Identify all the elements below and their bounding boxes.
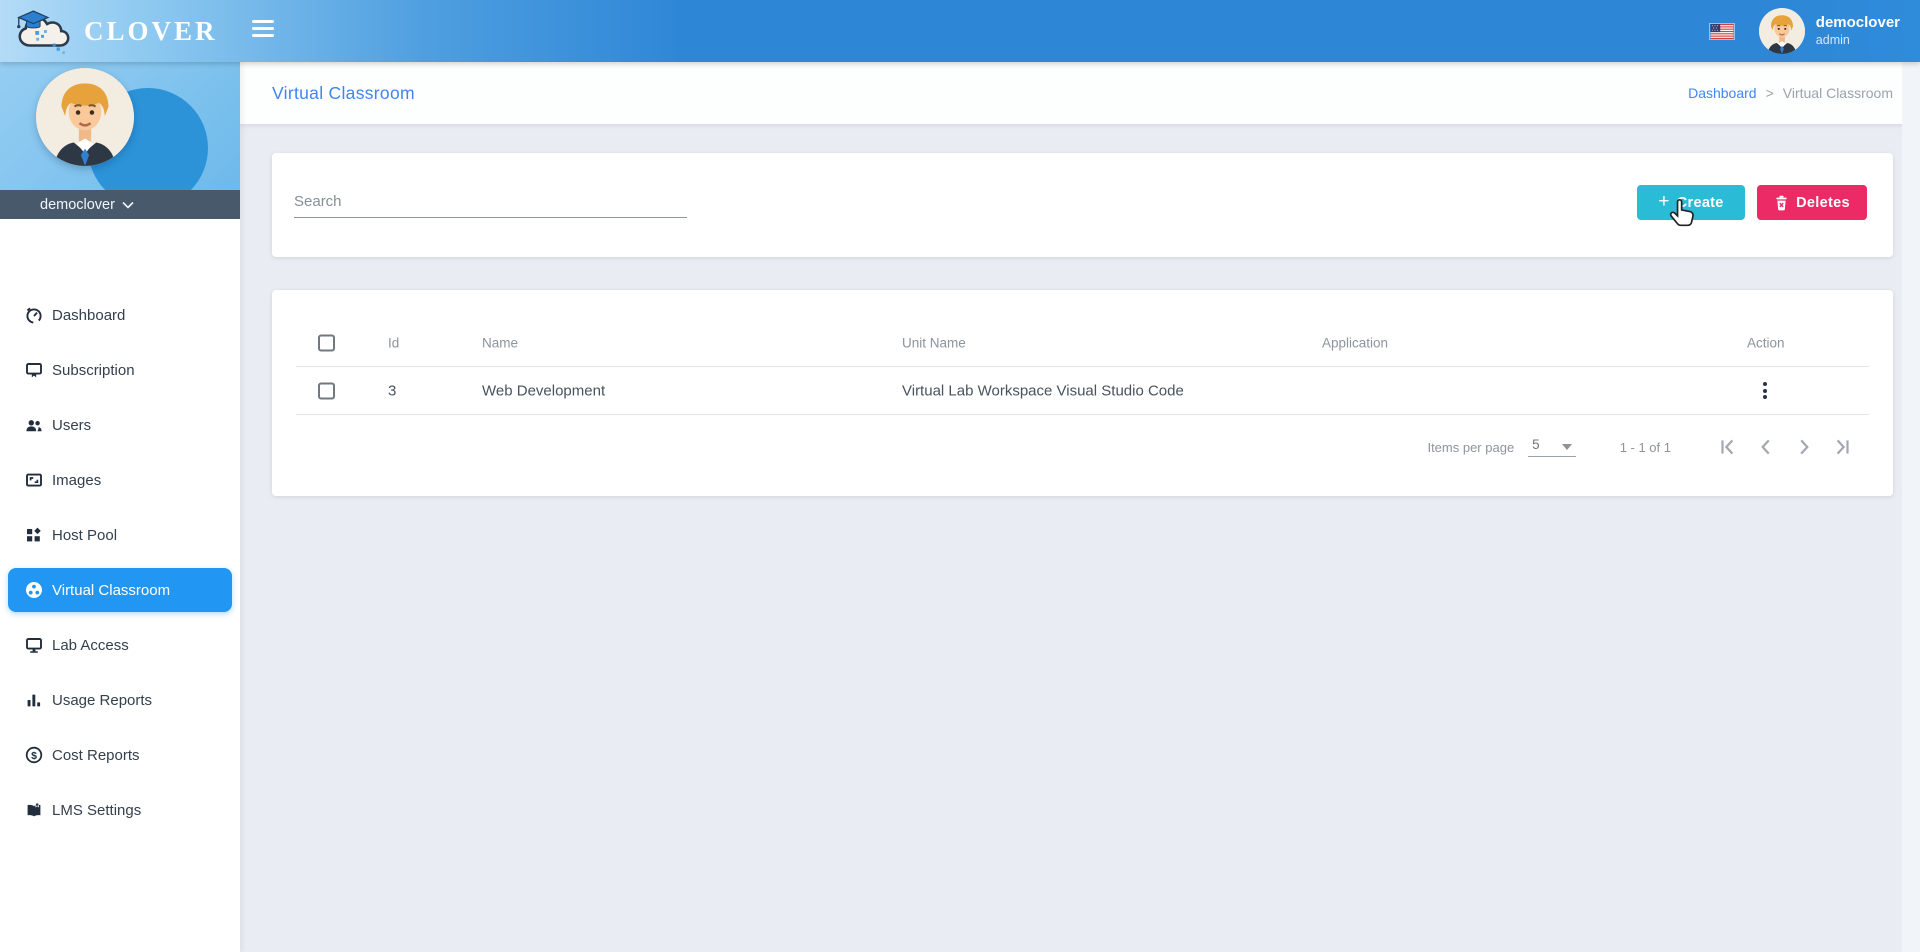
deletes-button[interactable]: Deletes <box>1757 185 1867 220</box>
column-header-application: Application <box>1322 335 1389 351</box>
sidebar-item-label: Virtual Classroom <box>52 581 171 599</box>
topbar-userrole: admin <box>1815 32 1850 47</box>
brand-logo[interactable]: CLOVER <box>12 4 218 58</box>
scrollbar-track[interactable] <box>1902 62 1920 952</box>
virtual-classroom-icon <box>25 581 43 599</box>
cell-unit-name: Virtual Lab Workspace Visual Studio Code <box>902 382 1184 399</box>
topbar-user-info[interactable]: democlover admin <box>1816 14 1900 48</box>
sidebar-item-label: Dashboard <box>52 306 126 324</box>
create-button-label: Create <box>1676 194 1724 211</box>
breadcrumb-dashboard-link[interactable]: Dashboard <box>1688 85 1757 101</box>
lab-access-icon <box>25 636 43 654</box>
sidebar-avatar[interactable] <box>36 68 134 166</box>
divider <box>296 414 1869 415</box>
main-content: Virtual Classroom Dashboard > Virtual Cl… <box>240 62 1920 952</box>
subscription-icon <box>25 361 43 379</box>
toolbar-card: + Create Deletes <box>272 153 1893 257</box>
sidebar-item-label: Usage Reports <box>52 691 153 709</box>
menu-toggle-icon[interactable] <box>252 20 274 41</box>
column-header-name: Name <box>482 335 519 351</box>
last-page-button[interactable] <box>1831 436 1853 458</box>
breadcrumb: Dashboard > Virtual Classroom <box>1688 85 1893 101</box>
sidebar-profile-header <box>0 62 240 190</box>
row-checkbox[interactable] <box>318 382 335 399</box>
sidebar-item-label: Users <box>52 416 92 434</box>
svg-text:$: $ <box>31 750 37 762</box>
pagination-nav <box>1717 436 1853 458</box>
page-header: Virtual Classroom Dashboard > Virtual Cl… <box>240 62 1920 124</box>
deletes-button-label: Deletes <box>1796 194 1850 211</box>
users-icon <box>25 416 43 434</box>
chevron-down-icon <box>122 201 134 209</box>
cell-id: 3 <box>388 382 397 399</box>
topbar-user-area: democlover admin <box>1708 0 1900 62</box>
cell-name: Web Development <box>482 382 606 399</box>
row-actions-kebab-icon[interactable] <box>1761 378 1769 404</box>
top-navbar: CLOVER democlover admin <box>0 0 1920 62</box>
user-avatar[interactable] <box>1758 8 1805 54</box>
lms-settings-icon <box>25 801 43 819</box>
breadcrumb-current: Virtual Classroom <box>1782 85 1893 101</box>
cost-reports-icon: $ <box>25 746 43 764</box>
select-all-checkbox[interactable] <box>318 334 335 352</box>
sidebar-item-host-pool[interactable]: Host Pool <box>0 513 240 557</box>
dashboard-icon <box>25 306 43 324</box>
sidebar-item-label: Lab Access <box>52 636 129 654</box>
language-flag-icon[interactable] <box>1708 22 1735 40</box>
next-page-button[interactable] <box>1793 436 1815 458</box>
page-size-select[interactable]: 5 <box>1528 437 1576 457</box>
sidebar-item-subscription[interactable]: Subscription <box>0 348 240 392</box>
sidebar-item-label: LMS Settings <box>52 801 142 819</box>
sidebar-item-lab-access[interactable]: Lab Access <box>0 623 240 667</box>
table-card: Id Name Unit Name Application Action 3 W… <box>272 290 1893 496</box>
sidebar-item-images[interactable]: Images <box>0 458 240 502</box>
table-header-row: Id Name Unit Name Application Action <box>272 320 1893 366</box>
breadcrumb-separator: > <box>1765 85 1774 101</box>
table-row: 3 Web Development Virtual Lab Workspace … <box>272 367 1893 414</box>
paginator: Items per page 5 1 - 1 of 1 <box>1427 422 1853 472</box>
column-header-action: Action <box>1747 335 1785 351</box>
sidebar: democlover Dashboard Subscription Users <box>0 62 240 952</box>
sidebar-item-cost-reports[interactable]: $ Cost Reports <box>0 733 240 777</box>
usage-reports-icon <box>25 691 43 709</box>
sidebar-item-lms-settings[interactable]: LMS Settings <box>0 788 240 832</box>
plus-icon: + <box>1658 190 1670 212</box>
previous-page-button[interactable] <box>1755 436 1777 458</box>
host-pool-icon <box>25 526 43 544</box>
trash-icon <box>1776 195 1787 210</box>
sidebar-item-label: Images <box>52 471 102 489</box>
sidebar-profile-dropdown[interactable]: democlover <box>0 190 240 219</box>
column-header-unit-name: Unit Name <box>902 335 966 351</box>
application-root: CLOVER democlover admin democlover Dashb… <box>0 0 1920 952</box>
column-header-id: Id <box>388 335 400 351</box>
search-input[interactable] <box>294 186 687 218</box>
images-icon <box>25 471 43 489</box>
create-button[interactable]: + Create <box>1637 185 1745 220</box>
sidebar-item-usage-reports[interactable]: Usage Reports <box>0 678 240 722</box>
items-per-page-label: Items per page <box>1427 439 1515 455</box>
page-title: Virtual Classroom <box>272 83 415 103</box>
cloud-logo-icon <box>17 10 70 54</box>
sidebar-item-users[interactable]: Users <box>0 403 240 447</box>
topbar-username: democlover <box>1815 13 1900 31</box>
first-page-button[interactable] <box>1717 436 1739 458</box>
sidebar-profile-name: democlover <box>40 196 115 213</box>
sidebar-item-label: Subscription <box>52 361 135 379</box>
sidebar-item-label: Cost Reports <box>52 746 140 764</box>
select-arrow-icon <box>1561 444 1572 450</box>
brand-name: CLOVER <box>84 15 218 46</box>
sidebar-item-label: Host Pool <box>52 526 118 544</box>
sidebar-item-virtual-classroom[interactable]: Virtual Classroom <box>8 568 232 612</box>
page-range-label: 1 - 1 of 1 <box>1619 439 1671 455</box>
page-size-value: 5 <box>1532 437 1540 452</box>
sidebar-item-dashboard[interactable]: Dashboard <box>0 293 240 337</box>
